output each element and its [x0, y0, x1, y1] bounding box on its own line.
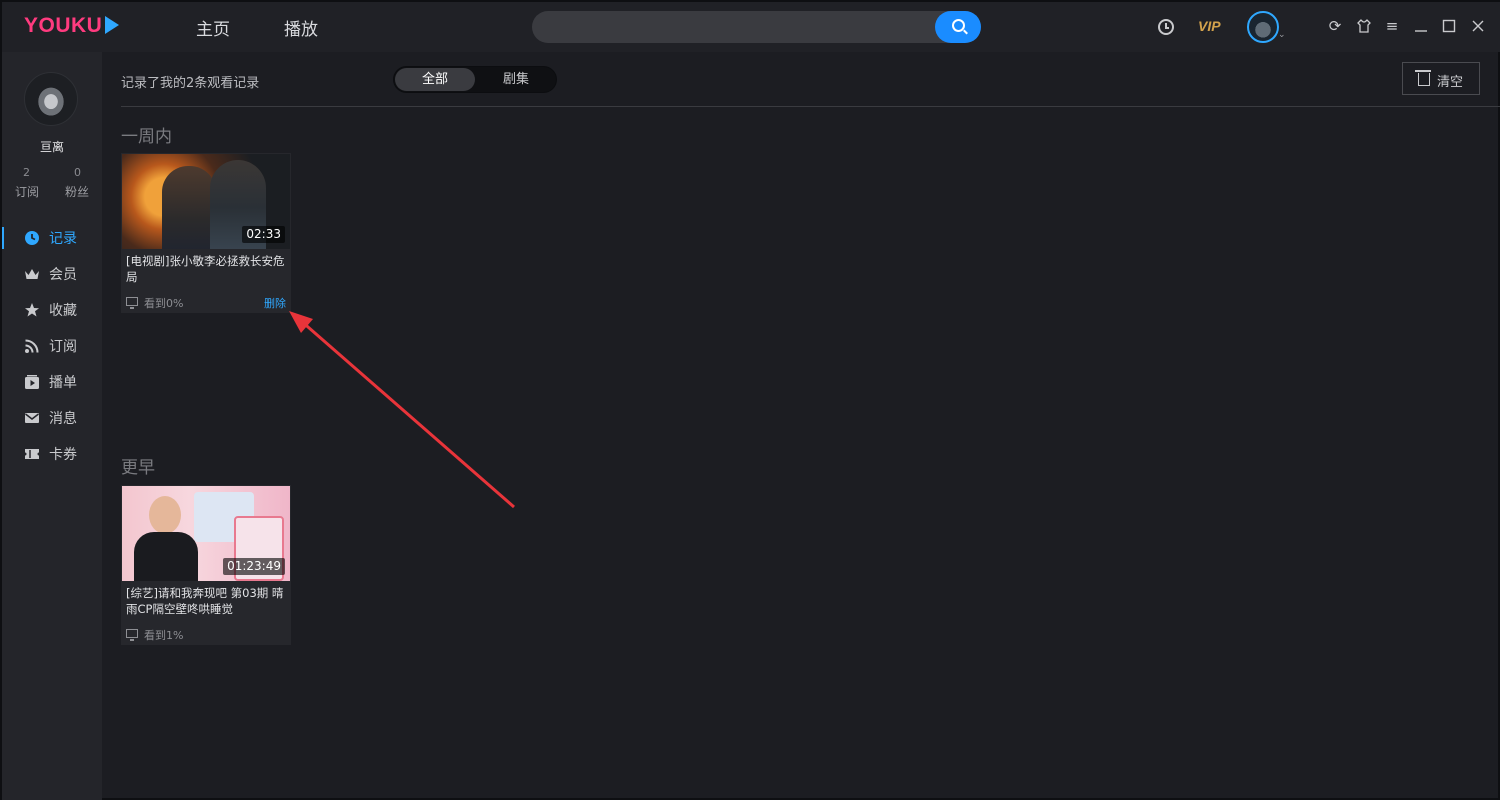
tab-all[interactable]: 全部 [395, 68, 475, 91]
divider [121, 106, 1500, 107]
section-title: 一周内 [121, 127, 172, 147]
filter-toggle: 全部 剧集 [393, 66, 557, 93]
video-thumbnail[interactable]: 02:33 [122, 154, 290, 249]
star-icon [25, 303, 39, 317]
sidebar-item-label: 卡券 [49, 447, 77, 463]
search-input[interactable] [532, 11, 981, 43]
sidebar: 亘离 2 订阅 0 粉丝 记录 会员 收藏 订阅 播单 消息 卡券 [2, 52, 102, 800]
mail-icon [25, 413, 39, 423]
sidebar-item-label: 播单 [49, 375, 77, 391]
nav-play[interactable]: 播放 [284, 15, 318, 40]
refresh-icon[interactable]: ⟳ [1325, 16, 1345, 36]
sidebar-item-label: 会员 [49, 267, 77, 283]
video-duration: 01:23:49 [223, 558, 285, 575]
card-footer: 看到1% [126, 626, 286, 642]
sidebar-item-playlists[interactable]: 播单 [2, 367, 102, 397]
monitor-icon [126, 629, 138, 641]
history-card[interactable]: 01:23:49 [综艺]请和我奔现吧 第03期 晴雨CP隔空壁咚哄睡觉 看到1… [121, 485, 291, 645]
card-footer: 看到0% 删除 [126, 294, 286, 310]
monitor-icon [126, 297, 138, 309]
history-card[interactable]: 02:33 [电视剧]张小敬李必拯救长安危局 看到0% 删除 [121, 153, 291, 313]
username[interactable]: 亘离 [2, 138, 102, 155]
sidebar-item-coupons[interactable]: 卡券 [2, 439, 102, 469]
playlist-icon [25, 375, 39, 389]
fans-count: 0 [74, 166, 81, 179]
youku-logo[interactable]: YOUKU [24, 14, 120, 38]
nav-home[interactable]: 主页 [196, 15, 230, 40]
vip-button[interactable]: VIP [1198, 18, 1221, 34]
history-icon[interactable] [1158, 19, 1174, 35]
close-icon[interactable] [1468, 16, 1488, 36]
sidebar-item-label: 订阅 [49, 339, 77, 355]
delete-button[interactable]: 删除 [264, 295, 286, 311]
menu-icon[interactable]: ≡ [1382, 16, 1402, 36]
history-summary: 记录了我的2条观看记录 [121, 76, 260, 91]
chevron-down-icon[interactable]: ⌄ [1278, 30, 1286, 40]
sidebar-item-vip[interactable]: 会员 [2, 259, 102, 289]
subscribe-label[interactable]: 订阅 [15, 183, 39, 200]
fans-label[interactable]: 粉丝 [65, 183, 89, 200]
section-title: 更早 [121, 458, 155, 478]
logo-text: YOUKU [24, 14, 103, 37]
trash-icon [1415, 70, 1431, 86]
sidebar-item-history[interactable]: 记录 [2, 223, 102, 253]
sidebar-item-favorites[interactable]: 收藏 [2, 295, 102, 325]
subscribe-count: 2 [23, 166, 30, 179]
rss-icon [25, 339, 39, 353]
sidebar-item-label: 记录 [49, 231, 77, 247]
maximize-icon[interactable] [1439, 16, 1459, 36]
tab-series[interactable]: 剧集 [476, 68, 556, 91]
video-title[interactable]: [电视剧]张小敬李必拯救长安危局 [126, 253, 286, 285]
sidebar-item-subscriptions[interactable]: 订阅 [2, 331, 102, 361]
history-panel: 记录了我的2条观看记录 全部 剧集 清空 一周内 02:33 [电视剧]张小敬李… [102, 52, 1500, 800]
minimize-icon[interactable] [1411, 16, 1431, 36]
clock-icon [25, 231, 39, 245]
top-bar: YOUKU 主页 播放 VIP ⌄ ⟳ ≡ [2, 2, 1500, 52]
app-window: YOUKU 主页 播放 VIP ⌄ ⟳ ≡ 亘离 2 订阅 0 粉丝 记录 会员… [0, 0, 1500, 800]
user-avatar[interactable] [1247, 11, 1279, 43]
search-button[interactable] [935, 11, 981, 43]
clear-label: 清空 [1437, 75, 1464, 90]
video-duration: 02:33 [242, 226, 285, 243]
watch-progress: 看到1% [144, 629, 184, 642]
logo-play-icon [105, 16, 120, 34]
video-thumbnail[interactable]: 01:23:49 [122, 486, 290, 581]
sidebar-item-messages[interactable]: 消息 [2, 403, 102, 433]
clear-history-button[interactable]: 清空 [1402, 62, 1480, 95]
ticket-icon [25, 449, 39, 459]
crown-icon [25, 269, 39, 279]
skin-shirt-icon[interactable] [1354, 16, 1374, 36]
watch-progress: 看到0% [144, 297, 184, 310]
video-title[interactable]: [综艺]请和我奔现吧 第03期 晴雨CP隔空壁咚哄睡觉 [126, 585, 286, 617]
profile-avatar[interactable] [24, 72, 78, 126]
sidebar-item-label: 消息 [49, 411, 77, 427]
sidebar-item-label: 收藏 [49, 303, 77, 319]
